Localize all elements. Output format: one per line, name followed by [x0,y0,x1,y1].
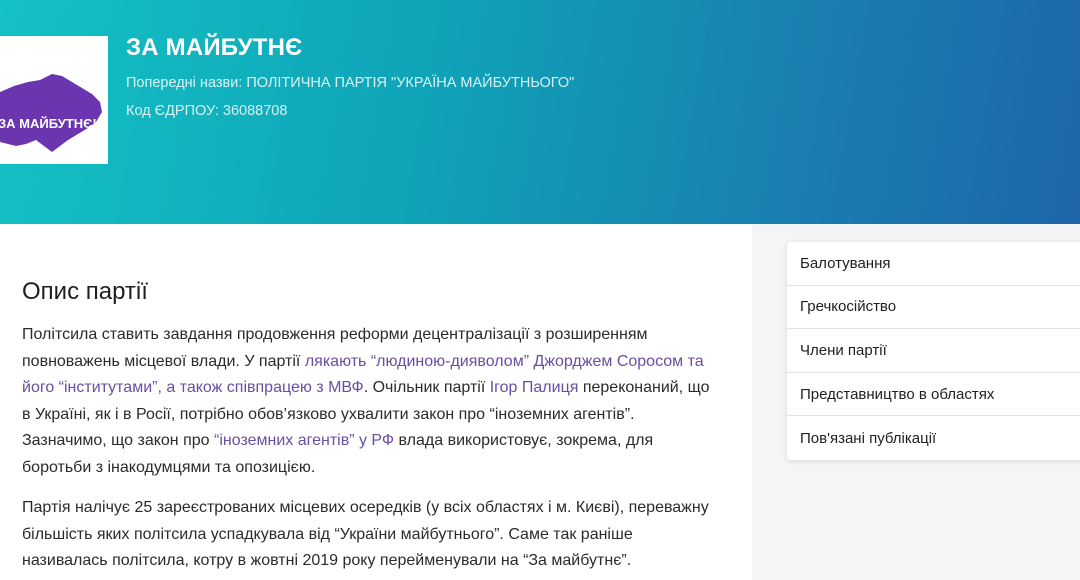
sidebar-item-grechkoseistvo[interactable]: Гречкосійство [787,286,1080,330]
party-name: ЗА МАЙБУТНЄ [126,34,303,61]
sidebar-item-members[interactable]: Члени партії [787,329,1080,373]
logo-text: ЗА МАЙБУТНЄ! [0,116,97,131]
sidebar-menu: Балотування Гречкосійство Члени партії П… [787,242,1080,460]
party-logo-map: ЗА МАЙБУТНЄ! [0,74,102,152]
link-ihor-palytsia[interactable]: Ігор Палиця [490,379,579,396]
sidebar-item-regional-representation[interactable]: Представництво в областях [787,373,1080,417]
description-paragraph-1: Політсила ставить завдання продовження р… [22,322,712,481]
main-content: Опис партії Політсила ставить завдання п… [0,224,752,580]
sidebar-item-ballot[interactable]: Балотування [787,242,1080,286]
party-header: ЗА МАЙБУТНЄ! ЗА МАЙБУТНЄ Попередні назви… [0,0,1080,224]
party-logo: ЗА МАЙБУТНЄ! [0,36,108,164]
sidebar-item-related-publications[interactable]: Пов'язані публікації [787,416,1080,460]
previous-names: Попередні назви: ПОЛІТИЧНА ПАРТІЯ "УКРАЇ… [126,75,575,91]
link-foreign-agents[interactable]: “іноземних агентів” у РФ [214,432,394,449]
section-title: Опис партії [22,278,148,305]
edrpou-code: Код ЄДРПОУ: 36088708 [126,103,288,119]
description-paragraph-2: Партія налічує 25 зареєстрованих місцеви… [22,499,709,569]
p1-text-2: . Очільник партії [363,379,490,396]
